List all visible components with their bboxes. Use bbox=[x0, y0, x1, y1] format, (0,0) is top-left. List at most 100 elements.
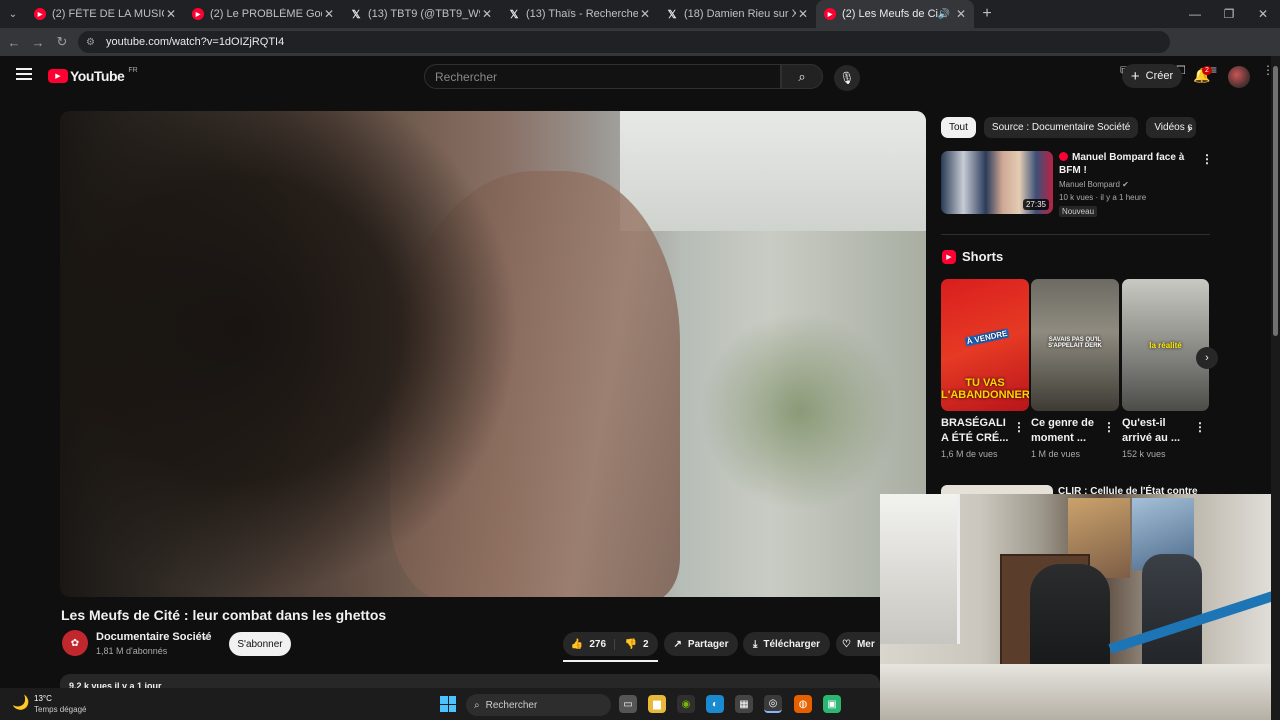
browser-tab-bar: ⌄ ▶ (2) FÊTE DE LA MUSIQUE 2025 ✕ ▶ (2) … bbox=[0, 0, 1280, 28]
short-views-1: 1,6 M de vues bbox=[941, 449, 998, 459]
notification-badge: 2 bbox=[1202, 66, 1212, 75]
chevron-right-icon[interactable]: › bbox=[1187, 121, 1191, 136]
search-button[interactable]: ⌕ bbox=[781, 64, 823, 89]
chip-all[interactable]: Tout bbox=[941, 117, 976, 138]
video-thumbnail[interactable]: 27:35 bbox=[941, 151, 1053, 214]
short-title-1[interactable]: BRASÉGALI A ÉTÉ CRÉ... bbox=[941, 416, 1011, 446]
taskbar-search[interactable]: ⌕ Rechercher bbox=[466, 694, 611, 716]
video-title: Les Meufs de Cité : leur combat dans les… bbox=[61, 607, 387, 623]
more-options-icon[interactable]: ⋮ bbox=[1201, 152, 1213, 166]
tab-search-button[interactable]: ⌄ bbox=[0, 0, 26, 28]
tab-title: (18) Damien Rieu sur X : "Après bbox=[684, 8, 796, 20]
plus-icon: + bbox=[1130, 67, 1140, 85]
chrome-icon[interactable]: ◎ bbox=[764, 695, 782, 713]
youtube-header: ▶ YouTube FR Rechercher ⌕ 🎙 + Créer 🔔 bbox=[0, 56, 1270, 96]
back-icon[interactable]: ← bbox=[2, 35, 26, 50]
filter-chips: Tout Source : Documentaire Société Vidéo… bbox=[941, 117, 1197, 138]
download-button[interactable]: ⤓ Télécharger bbox=[743, 632, 830, 656]
page-scrollbar[interactable] bbox=[1271, 56, 1280, 720]
minimize-icon[interactable]: — bbox=[1178, 0, 1212, 28]
menu-icon[interactable] bbox=[16, 68, 32, 80]
create-button[interactable]: + Créer bbox=[1122, 64, 1182, 88]
edge-icon[interactable]: ◐ bbox=[706, 695, 724, 713]
browser-tab-5[interactable]: 𝕏 (18) Damien Rieu sur X : "Après ✕ bbox=[658, 0, 816, 28]
verified-icon: ✔ bbox=[203, 632, 211, 642]
video-player[interactable] bbox=[60, 111, 926, 597]
like-ratio-bar bbox=[563, 660, 658, 662]
verified-icon: ✔ bbox=[1122, 180, 1129, 189]
search-input[interactable]: Rechercher bbox=[424, 64, 781, 89]
tab-title: (13) Thaïs - Recherche / X bbox=[526, 8, 638, 20]
browser-tab-2[interactable]: ▶ (2) Le PROBLÈME God Valley - ✕ bbox=[184, 0, 342, 28]
shorts-next-button[interactable]: › bbox=[1196, 347, 1218, 369]
chevron-right-icon: › bbox=[1205, 352, 1209, 364]
file-explorer-icon[interactable]: ▆ bbox=[648, 695, 666, 713]
x-icon: 𝕏 bbox=[509, 8, 519, 21]
subscribe-button[interactable]: S'abonner bbox=[229, 632, 291, 656]
youtube-icon: ▶ bbox=[34, 8, 46, 20]
tab-title: (2) Les Meufs de Cité : leur bbox=[842, 8, 938, 20]
chip-source[interactable]: Source : Documentaire Société bbox=[983, 117, 1139, 138]
browser-tab-4[interactable]: 𝕏 (13) Thaïs - Recherche / X ✕ bbox=[500, 0, 658, 28]
weather-description[interactable]: Temps dégagé bbox=[34, 705, 86, 714]
microphone-icon: 🎙 bbox=[839, 71, 855, 85]
speaker-icon[interactable]: 🔊 bbox=[938, 9, 950, 20]
recommendation-item[interactable]: 27:35 Manuel Bompard face à BFM ! Manuel… bbox=[941, 151, 1211, 217]
close-icon[interactable]: ✕ bbox=[638, 7, 652, 21]
short-thumbnail-2[interactable]: SAVAIS PAS QU'IL S'APPELAIT DERK bbox=[1031, 279, 1119, 411]
shorts-heading: Shorts bbox=[962, 249, 1004, 264]
close-icon[interactable]: ✕ bbox=[322, 7, 336, 21]
more-options-icon[interactable]: ⋮ bbox=[1194, 420, 1206, 434]
heart-icon: ♡ bbox=[842, 638, 851, 650]
firefox-icon[interactable]: ◍ bbox=[794, 695, 812, 713]
more-options-icon[interactable]: ⋮ bbox=[1103, 420, 1115, 434]
recommendation-channel: Manuel Bompard ✔ bbox=[1059, 180, 1129, 189]
more-options-icon[interactable]: ⋮ bbox=[1013, 420, 1025, 434]
like-dislike-group: 👍 276 👎 2 bbox=[563, 632, 658, 656]
browser-tab-1[interactable]: ▶ (2) FÊTE DE LA MUSIQUE 2025 ✕ bbox=[26, 0, 184, 28]
tab-title: (2) FÊTE DE LA MUSIQUE 2025 bbox=[52, 8, 164, 20]
youtube-play-icon: ▶ bbox=[48, 69, 68, 83]
close-window-icon[interactable]: ✕ bbox=[1246, 0, 1280, 28]
url-bar[interactable]: ⚙ youtube.com/watch?v=1dOIZjRQTI4 bbox=[78, 31, 1170, 53]
short-thumbnail-3[interactable]: la réalité bbox=[1122, 279, 1209, 411]
site-info-icon[interactable]: ⚙ bbox=[86, 37, 100, 48]
thumbs-down-icon: 👎 bbox=[624, 638, 637, 650]
youtube-icon: ▶ bbox=[824, 8, 836, 20]
thanks-button[interactable]: ♡ Mer bbox=[836, 632, 880, 656]
moon-icon[interactable]: 🌙 bbox=[12, 694, 29, 711]
youtube-logo[interactable]: ▶ YouTube FR bbox=[48, 67, 138, 84]
dislike-button[interactable]: 👎 2 bbox=[615, 639, 658, 650]
reload-icon[interactable]: ↻ bbox=[50, 34, 74, 50]
recommendation-title: Manuel Bompard face à BFM ! bbox=[1059, 152, 1185, 176]
youtube-icon: ▶ bbox=[192, 8, 204, 20]
app-icon[interactable]: ▣ bbox=[823, 695, 841, 713]
share-button[interactable]: ↗ Partager bbox=[664, 632, 738, 656]
short-title-3[interactable]: Qu'est-il arrivé au ... bbox=[1122, 416, 1192, 446]
close-icon[interactable]: ✕ bbox=[954, 7, 968, 21]
close-icon[interactable]: ✕ bbox=[164, 7, 178, 21]
browser-tab-active[interactable]: ▶ (2) Les Meufs de Cité : leur 🔊 ✕ bbox=[816, 0, 974, 28]
channel-name[interactable]: Documentaire Société bbox=[96, 631, 212, 643]
close-icon[interactable]: ✕ bbox=[480, 7, 494, 21]
short-thumbnail-1[interactable]: À VENDRE TU VAS L'ABANDONNER bbox=[941, 279, 1029, 411]
download-icon: ⤓ bbox=[752, 638, 758, 650]
channel-avatar[interactable]: ✿ bbox=[62, 630, 88, 656]
new-tab-button[interactable]: + bbox=[974, 5, 1000, 23]
store-icon[interactable]: ▦ bbox=[735, 695, 753, 713]
account-avatar[interactable] bbox=[1228, 66, 1250, 88]
forward-icon[interactable]: → bbox=[26, 35, 50, 50]
windows-start-icon[interactable] bbox=[440, 696, 456, 712]
weather-temperature[interactable]: 13°C bbox=[34, 694, 52, 703]
short-views-2: 1 M de vues bbox=[1031, 449, 1081, 459]
restore-icon[interactable]: ❐ bbox=[1212, 0, 1246, 28]
search-icon: ⌕ bbox=[798, 68, 806, 84]
like-button[interactable]: 👍 276 bbox=[563, 638, 615, 650]
nvidia-icon[interactable]: ◉ bbox=[677, 695, 695, 713]
close-icon[interactable]: ✕ bbox=[796, 7, 810, 21]
short-title-2[interactable]: Ce genre de moment ... bbox=[1031, 416, 1101, 446]
browser-tab-3[interactable]: 𝕏 (13) TBT9 (@TBT9_W9) / X ✕ bbox=[342, 0, 500, 28]
recommendation-meta: 10 k vues · il y a 1 heure bbox=[1059, 193, 1147, 202]
voice-search-button[interactable]: 🎙 bbox=[834, 65, 860, 91]
task-view-icon[interactable]: ▭ bbox=[619, 695, 637, 713]
